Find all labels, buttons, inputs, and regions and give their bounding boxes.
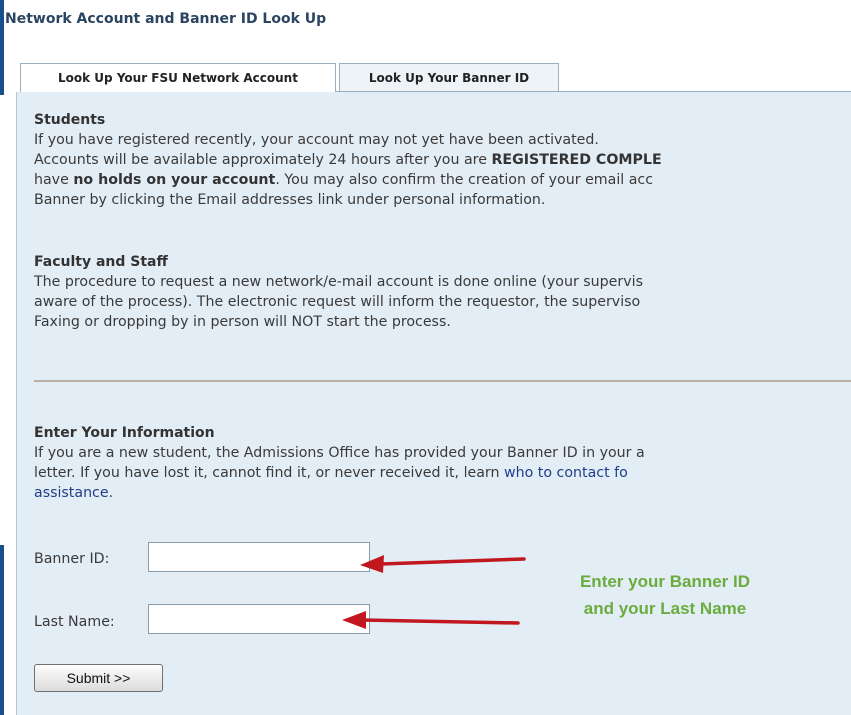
submit-button[interactable]: Submit >>	[34, 664, 163, 692]
registered-complete-emphasis: REGISTERED COMPLE	[491, 152, 662, 168]
annotation-line-2: and your Last Name	[583, 599, 747, 618]
banner-id-input[interactable]	[148, 542, 370, 572]
faculty-text: The procedure to request a new network/e…	[34, 272, 851, 332]
faculty-heading: Faculty and Staff	[34, 254, 168, 270]
annotation-line-1: Enter your Banner ID	[579, 572, 751, 591]
students-line-2-text: Accounts will be available approximately…	[34, 152, 492, 168]
students-line-1: If you have registered recently, your ac…	[34, 132, 599, 148]
enter-info-line-1: If you are a new student, the Admissions…	[34, 445, 645, 461]
enter-info-line-3-rest: .	[108, 485, 114, 501]
assistance-link[interactable]: assistance	[34, 485, 109, 501]
enter-info-text: If you are a new student, the Admissions…	[34, 443, 851, 503]
arrow-to-last-name-icon	[342, 611, 520, 629]
tab-banner-id[interactable]: Look Up Your Banner ID	[339, 63, 559, 92]
left-accent-bar-lower	[0, 545, 4, 715]
instruction-annotation: Enter your Banner ID and your Last Name	[540, 568, 790, 622]
students-line-3: have no holds on your account. You may a…	[34, 170, 851, 190]
enter-info-line-2: letter. If you have lost it, cannot find…	[34, 463, 851, 483]
students-text: If you have registered recently, your ac…	[34, 130, 851, 210]
enter-info-line-2-text: letter. If you have lost it, cannot find…	[34, 465, 505, 481]
banner-id-label: Banner ID:	[34, 551, 110, 567]
faculty-line-2: aware of the process). The electronic re…	[34, 294, 641, 310]
contact-link[interactable]: who to contact fo	[504, 465, 628, 481]
section-divider	[34, 380, 851, 382]
arrow-to-banner-id-icon	[360, 555, 526, 573]
page-title: Network Account and Banner ID Look Up	[5, 11, 327, 27]
left-accent-bar	[0, 0, 4, 95]
tab-network-account[interactable]: Look Up Your FSU Network Account	[20, 63, 336, 92]
enter-info-heading: Enter Your Information	[34, 425, 215, 441]
faculty-line-1: The procedure to request a new network/e…	[34, 274, 643, 290]
students-line-3-text: have	[34, 172, 74, 188]
last-name-input[interactable]	[148, 604, 370, 634]
students-line-4: Banner by clicking the Email addresses l…	[34, 192, 546, 208]
students-line-2: Accounts will be available approximately…	[34, 150, 851, 170]
students-line-3-rest: . You may also confirm the creation of y…	[275, 172, 654, 188]
faculty-line-3: Faxing or dropping by in person will NOT…	[34, 314, 451, 330]
last-name-label: Last Name:	[34, 614, 115, 630]
students-heading: Students	[34, 112, 106, 128]
enter-info-line-3: assistance.	[34, 483, 851, 503]
no-holds-emphasis: no holds on your account	[73, 172, 276, 188]
